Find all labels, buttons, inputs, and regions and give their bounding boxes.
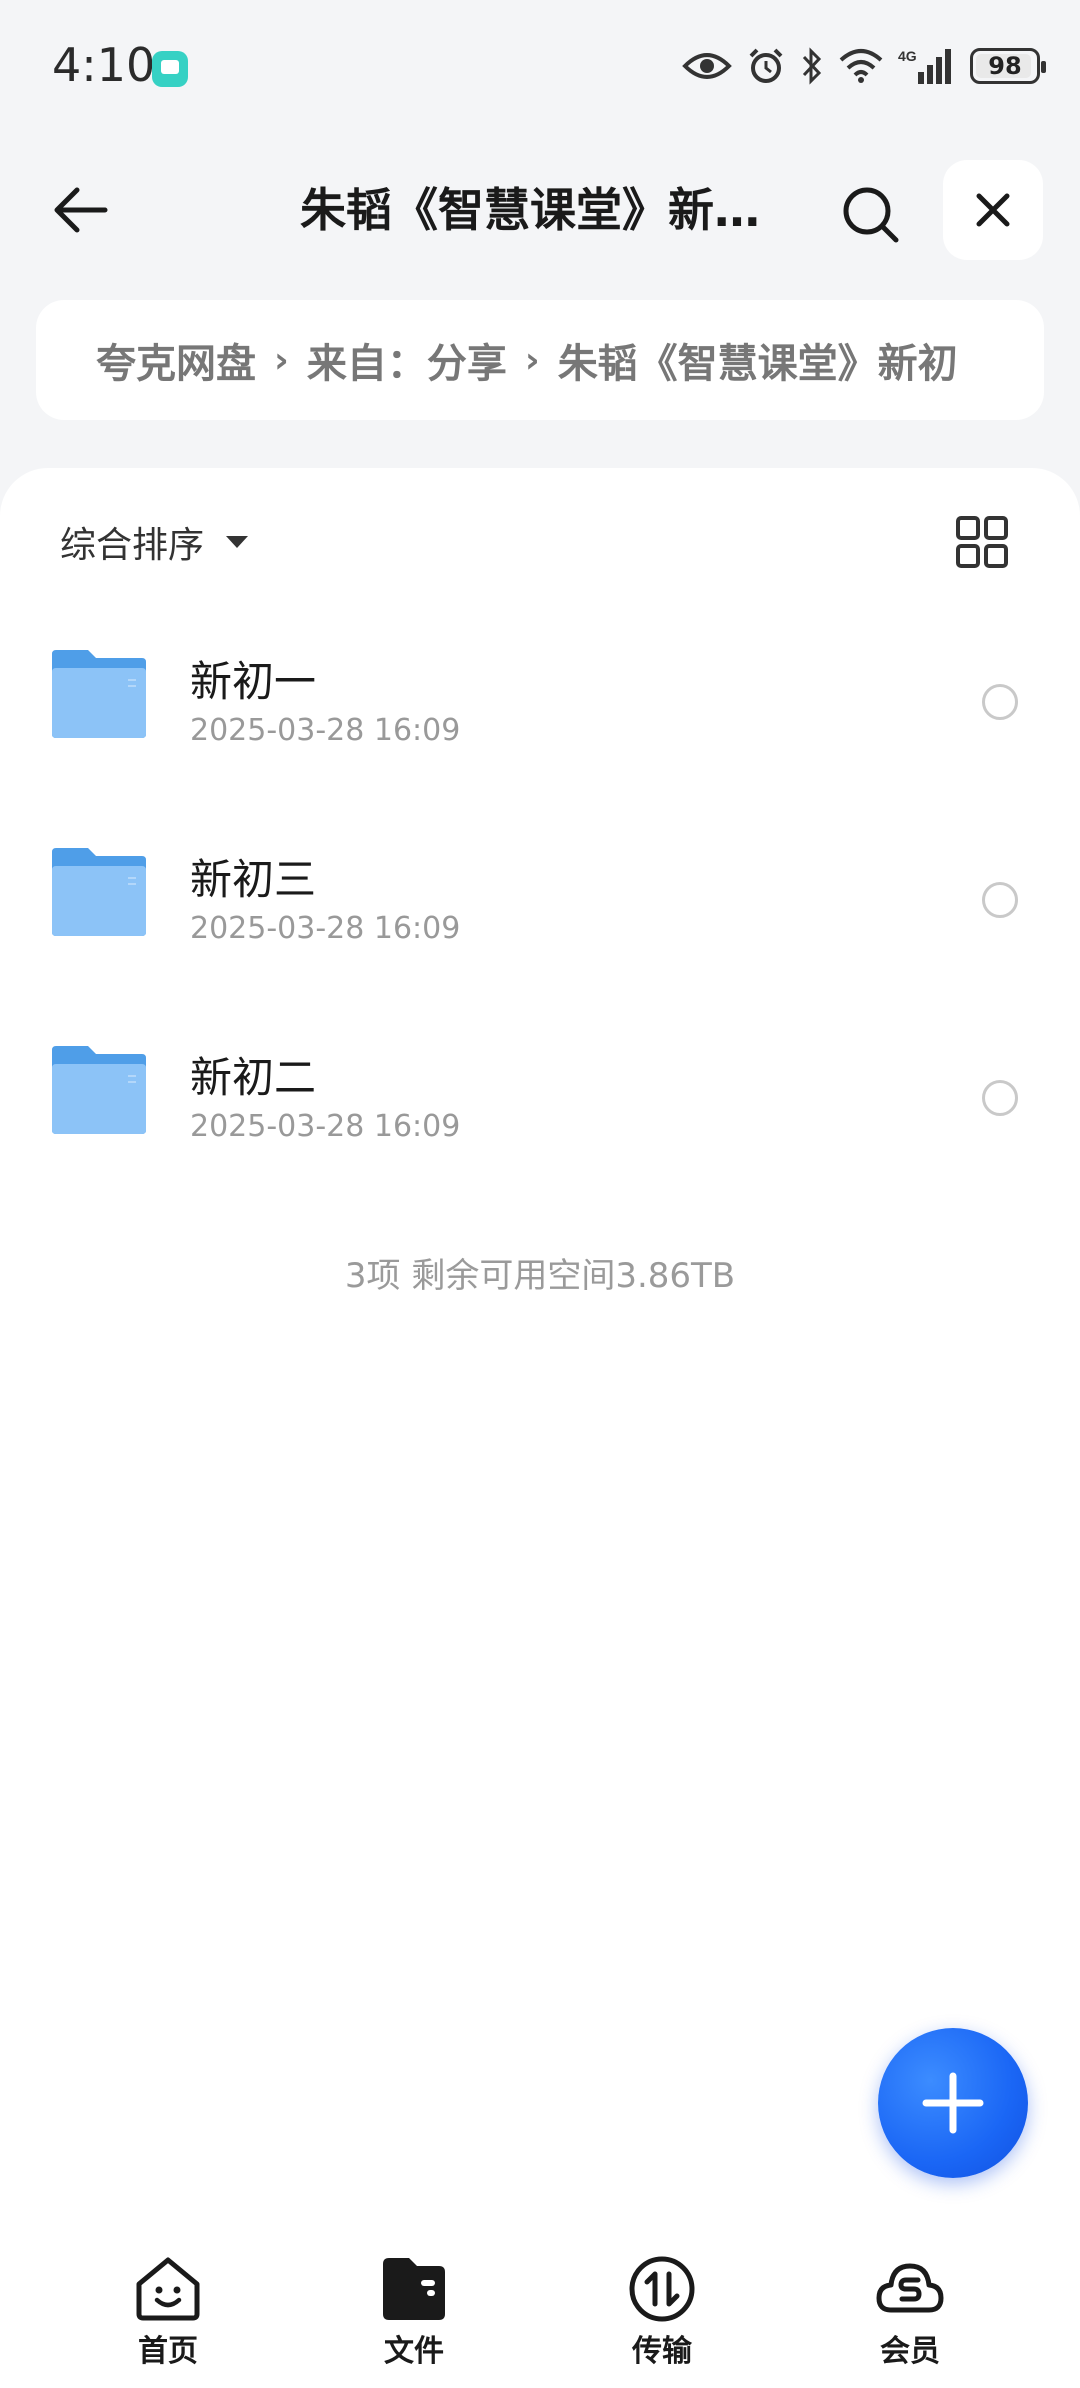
add-button[interactable] bbox=[878, 2028, 1028, 2178]
tab-vip-label: 会员 bbox=[880, 2334, 940, 2369]
tab-home-label: 首页 bbox=[138, 2334, 198, 2369]
status-time: 4:10 bbox=[52, 38, 156, 92]
cell-signal-icon: 4G bbox=[898, 48, 951, 84]
chat-notification-icon bbox=[152, 51, 188, 87]
bottom-nav: 首页 文件 传输 会员 bbox=[0, 2230, 1080, 2388]
tab-transfer-label: 传输 bbox=[632, 2334, 692, 2369]
svg-text:4G: 4G bbox=[898, 48, 917, 64]
chevron-right-icon: › bbox=[274, 339, 289, 381]
file-row[interactable]: 新初二 2025-03-28 16:09 bbox=[0, 1014, 1080, 1212]
select-radio[interactable] bbox=[982, 1080, 1018, 1116]
sort-dropdown[interactable]: 综合排序 bbox=[60, 512, 249, 572]
select-radio[interactable] bbox=[982, 882, 1018, 918]
header-bar: 朱韬《智慧课堂》新初... bbox=[0, 150, 1080, 270]
close-button[interactable] bbox=[943, 160, 1043, 260]
wifi-icon bbox=[839, 49, 883, 83]
tab-files-label: 文件 bbox=[384, 2334, 444, 2369]
cloud-vip-icon bbox=[876, 2263, 944, 2313]
file-list: 新初一 2025-03-28 16:09 新初三 2025-03-28 16:0… bbox=[0, 618, 1080, 1212]
file-name: 新初一 bbox=[190, 657, 317, 706]
folder-icon bbox=[52, 848, 146, 936]
storage-summary: 3项 剩余可用空间3.86TB bbox=[344, 1256, 736, 1296]
back-button[interactable] bbox=[44, 180, 114, 240]
chevron-right-icon: › bbox=[524, 339, 540, 381]
file-name: 新初二 bbox=[190, 1053, 317, 1102]
breadcrumb-item-current[interactable]: 朱韬《智慧课堂》新初 bbox=[558, 331, 958, 389]
bluetooth-icon bbox=[802, 47, 822, 85]
file-name: 新初三 bbox=[190, 855, 317, 904]
status-icons: 4G 98 bbox=[682, 44, 1046, 88]
file-row[interactable]: 新初三 2025-03-28 16:09 bbox=[0, 816, 1080, 1014]
tab-transfer[interactable]: 传输 bbox=[582, 2254, 742, 2374]
eye-icon bbox=[682, 53, 732, 79]
sort-label: 综合排序 bbox=[60, 525, 205, 566]
alarm-icon bbox=[749, 48, 783, 83]
select-radio[interactable] bbox=[982, 684, 1018, 720]
transfer-icon bbox=[629, 2256, 695, 2322]
tab-vip[interactable]: 会员 bbox=[830, 2254, 990, 2374]
breadcrumb-item-root[interactable]: 夸克网盘 bbox=[96, 331, 256, 389]
tab-home[interactable]: 首页 bbox=[88, 2254, 248, 2374]
back-arrow-icon bbox=[54, 187, 108, 233]
status-bar: 4:10 4G 98 bbox=[0, 0, 1080, 130]
breadcrumb: 夸克网盘 › 来自：分享 › 朱韬《智慧课堂》新初 bbox=[36, 300, 1044, 420]
file-row[interactable]: 新初一 2025-03-28 16:09 bbox=[0, 618, 1080, 816]
search-icon bbox=[843, 187, 899, 243]
page-title: 朱韬《智慧课堂》新初... bbox=[300, 183, 760, 237]
battery-icon: 98 bbox=[970, 48, 1046, 84]
plus-icon bbox=[922, 2072, 984, 2134]
file-date: 2025-03-28 16:09 bbox=[190, 1109, 461, 1144]
home-icon bbox=[136, 2257, 200, 2321]
close-icon bbox=[976, 193, 1010, 227]
search-button[interactable] bbox=[836, 180, 906, 250]
folder-icon bbox=[52, 650, 146, 738]
caret-down-icon bbox=[226, 536, 249, 548]
breadcrumb-item-share[interactable]: 来自：分享 bbox=[307, 331, 507, 389]
tab-files[interactable]: 文件 bbox=[334, 2254, 494, 2374]
folder-filled-icon bbox=[383, 2258, 445, 2320]
file-date: 2025-03-28 16:09 bbox=[190, 911, 461, 946]
battery-level: 98 bbox=[988, 52, 1022, 80]
folder-icon bbox=[52, 1046, 146, 1134]
grid-view-icon[interactable] bbox=[952, 512, 1012, 572]
file-date: 2025-03-28 16:09 bbox=[190, 713, 461, 748]
